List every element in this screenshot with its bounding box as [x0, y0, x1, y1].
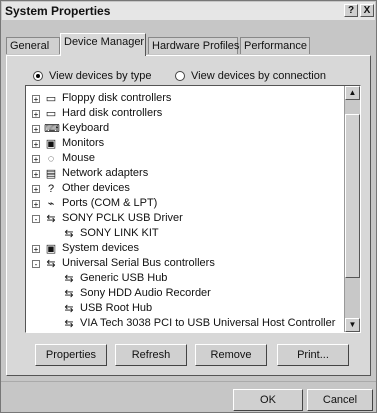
- device-tree-item[interactable]: Sony HDD Audio Recorder: [80, 287, 211, 299]
- device-tree-item[interactable]: USB Root Hub: [80, 302, 152, 314]
- refresh-button[interactable]: Refresh: [115, 344, 187, 366]
- print-button-label: Print...: [297, 349, 329, 361]
- device-tree-item[interactable]: Mouse: [62, 152, 95, 164]
- computer-icon: ▣: [45, 243, 57, 255]
- tab-general-label: General: [10, 40, 50, 52]
- network-icon: ▤: [45, 168, 57, 180]
- tree-expander-3[interactable]: +: [32, 140, 40, 149]
- device-tree-item[interactable]: Monitors: [62, 137, 104, 149]
- view-by-connection-radio[interactable]: [175, 71, 185, 81]
- tab-hardware-profiles[interactable]: Hardware Profiles: [148, 37, 240, 54]
- hard-disk-icon: ▭: [45, 108, 57, 120]
- usb-icon: ⇆: [46, 258, 56, 270]
- view-by-type-label: View devices by type: [49, 70, 152, 82]
- scroll-down-arrow-icon[interactable]: ▼: [345, 318, 360, 332]
- vertical-scrollbar[interactable]: ▲ ▼: [344, 86, 360, 332]
- view-by-type-option[interactable]: View devices by type: [33, 70, 152, 82]
- usb-icon: ⇆: [64, 228, 74, 240]
- view-by-connection-label: View devices by connection: [191, 70, 326, 82]
- cancel-button[interactable]: Cancel: [307, 389, 373, 411]
- keyboard-icon: ⌨: [44, 123, 60, 135]
- monitor-icon: ▣: [45, 138, 57, 150]
- ok-button[interactable]: OK: [233, 389, 303, 411]
- cancel-button-label: Cancel: [322, 394, 358, 406]
- usb-icon: ⇆: [64, 288, 74, 300]
- tree-expander-11[interactable]: -: [32, 260, 40, 269]
- system-properties-window: System Properties ? X General Device Man…: [0, 0, 377, 413]
- device-tree-item[interactable]: System devices: [62, 242, 139, 254]
- device-tree-item[interactable]: Hard disk controllers: [62, 107, 162, 119]
- remove-button-label: Remove: [210, 349, 252, 361]
- title-bar[interactable]: System Properties ? X: [2, 2, 375, 20]
- tree-expander-5[interactable]: +: [32, 170, 40, 179]
- tab-performance[interactable]: Performance: [240, 37, 310, 54]
- remove-button[interactable]: Remove: [195, 344, 267, 366]
- tree-expander-0[interactable]: +: [32, 95, 40, 104]
- scroll-up-arrow-icon[interactable]: ▲: [345, 86, 360, 100]
- window-title: System Properties: [5, 4, 111, 18]
- tree-expander-4[interactable]: +: [32, 155, 40, 164]
- device-tree[interactable]: + ▭ Floppy disk controllers + ▭ Hard disk con…: [25, 85, 361, 333]
- device-tree-item[interactable]: Floppy disk controllers: [62, 92, 171, 104]
- view-by-connection-option[interactable]: View devices by connection: [175, 70, 326, 82]
- close-button[interactable]: X: [360, 4, 374, 17]
- device-tree-item[interactable]: Network adapters: [62, 167, 148, 179]
- usb-icon: ⇆: [64, 273, 74, 285]
- usb-icon: ⇆: [46, 213, 56, 225]
- device-tree-item[interactable]: Keyboard: [62, 122, 109, 134]
- usb-icon: ⇆: [64, 303, 74, 315]
- refresh-button-label: Refresh: [131, 349, 171, 361]
- tab-device-manager[interactable]: Device Manager: [60, 33, 146, 56]
- port-icon: ⌁: [47, 198, 55, 210]
- scroll-thumb[interactable]: [345, 114, 360, 278]
- view-by-type-radio[interactable]: [33, 71, 43, 81]
- device-tree-item[interactable]: Other devices: [62, 182, 130, 194]
- tree-expander-6[interactable]: +: [32, 185, 40, 194]
- footer-divider: [1, 381, 376, 382]
- question-icon: ?: [47, 183, 55, 195]
- mouse-icon: ◌: [47, 153, 55, 165]
- tree-expander-8[interactable]: -: [32, 215, 40, 224]
- tab-device-manager-label: Device Manager: [64, 36, 145, 48]
- tab-general[interactable]: General: [6, 37, 60, 54]
- device-tree-item[interactable]: VIA Tech 3038 PCI to USB Universal Host …: [80, 317, 335, 329]
- tree-expander-1[interactable]: +: [32, 110, 40, 119]
- ok-button-label: OK: [260, 394, 276, 406]
- help-button[interactable]: ?: [344, 4, 358, 17]
- usb-icon: ⇆: [64, 318, 74, 330]
- device-tree-item[interactable]: SONY LINK KIT: [80, 227, 159, 239]
- tree-expander-7[interactable]: +: [32, 200, 40, 209]
- properties-button[interactable]: Properties: [35, 344, 107, 366]
- print-button[interactable]: Print...: [277, 344, 349, 366]
- device-tree-item[interactable]: Generic USB Hub: [80, 272, 167, 284]
- floppy-icon: ▭: [45, 93, 57, 105]
- device-tree-item[interactable]: Universal Serial Bus controllers: [62, 257, 215, 269]
- tab-performance-label: Performance: [244, 40, 307, 52]
- tree-expander-2[interactable]: +: [32, 125, 40, 134]
- properties-button-label: Properties: [45, 349, 97, 361]
- device-tree-item[interactable]: Ports (COM & LPT): [62, 197, 157, 209]
- device-tree-item[interactable]: SONY PCLK USB Driver: [62, 212, 183, 224]
- tree-expander-10[interactable]: +: [32, 245, 40, 254]
- tab-hardware-profiles-label: Hardware Profiles: [152, 40, 240, 52]
